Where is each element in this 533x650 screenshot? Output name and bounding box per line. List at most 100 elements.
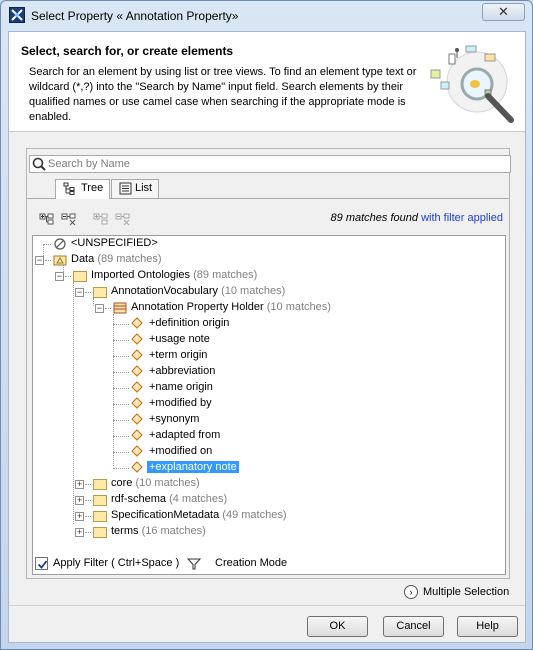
tree-item-annotation-vocabulary[interactable]: − AnnotationVocabulary (10 matches) xyxy=(33,284,503,300)
property-icon xyxy=(131,445,143,457)
tab-list-label: List xyxy=(135,182,153,194)
tree-item-property[interactable]: +adapted from xyxy=(33,428,503,444)
tree-label: +usage note xyxy=(149,333,210,345)
property-icon xyxy=(131,349,143,361)
search-input[interactable] xyxy=(48,157,498,171)
close-icon: ✕ xyxy=(498,4,509,19)
tree-item-property[interactable]: +name origin xyxy=(33,380,503,396)
match-count: (10 matches) xyxy=(221,285,286,297)
folder-icon xyxy=(73,271,87,282)
unspecified-icon xyxy=(54,238,66,250)
tree-item-annotation-property-holder[interactable]: − Annotation Property Holder (10 matches… xyxy=(33,300,503,316)
match-count: (89 matches) xyxy=(97,253,162,265)
tab-tree[interactable]: Tree xyxy=(55,179,110,199)
expand-toggle-icon[interactable]: + xyxy=(75,512,84,521)
collapse-selected-icon[interactable] xyxy=(115,211,131,227)
matches-count: 89 matches found xyxy=(330,212,418,224)
tree-item-core[interactable]: + core (10 matches) xyxy=(33,476,503,492)
help-button[interactable]: Help xyxy=(457,616,518,637)
expand-toggle-icon[interactable]: + xyxy=(75,480,84,489)
apply-filter-checkbox[interactable] xyxy=(35,557,48,570)
tree-item-property[interactable]: +modified on xyxy=(33,444,503,460)
collapse-toggle-icon[interactable]: − xyxy=(75,288,84,297)
folder-icon xyxy=(93,495,107,506)
tree-label: +explanatory note xyxy=(147,461,239,473)
tree-label: <UNSPECIFIED> xyxy=(71,237,158,249)
collapse-all-icon[interactable] xyxy=(61,211,77,227)
property-icon xyxy=(131,429,143,441)
window-title: Select Property « Annotation Property» xyxy=(31,9,239,23)
class-icon xyxy=(113,302,127,314)
search-box[interactable] xyxy=(29,155,511,173)
match-count: (4 matches) xyxy=(169,493,228,505)
collapse-toggle-icon[interactable]: − xyxy=(35,256,44,265)
folder-icon xyxy=(93,527,107,538)
header-description: Search for an element by using list or t… xyxy=(29,66,417,123)
tree-label: Annotation Property Holder xyxy=(131,301,264,313)
tree-item-property[interactable]: +term origin xyxy=(33,348,503,364)
dialog-window: Select Property « Annotation Property» ✕… xyxy=(0,0,533,650)
folder-icon xyxy=(93,479,107,490)
tree-item-property[interactable]: +synonym xyxy=(33,412,503,428)
match-count: (16 matches) xyxy=(141,525,206,537)
tree-item-terms[interactable]: + terms (16 matches) xyxy=(33,524,503,540)
chevron-right-icon: › xyxy=(404,585,418,599)
close-button[interactable]: ✕ xyxy=(482,3,525,21)
package-icon xyxy=(53,255,67,266)
tree-item-specification-metadata[interactable]: + SpecificationMetadata (49 matches) xyxy=(33,508,503,524)
collapse-toggle-icon[interactable]: − xyxy=(55,272,64,281)
expand-toggle-icon[interactable]: + xyxy=(75,528,84,537)
ok-button[interactable]: OK xyxy=(307,616,368,637)
tree-view-icon xyxy=(63,182,75,195)
matches-status: 89 matches found with filter applied xyxy=(331,212,503,224)
tree-item-property-selected[interactable]: +explanatory note xyxy=(33,460,503,476)
button-separator xyxy=(9,605,525,606)
tree-item-property[interactable]: +definition origin xyxy=(33,316,503,332)
tree-item-data[interactable]: − Data (89 matches) xyxy=(33,252,503,268)
tree-item-property[interactable]: +usage note xyxy=(33,332,503,348)
expand-selected-icon[interactable] xyxy=(93,211,109,227)
element-tree[interactable]: <UNSPECIFIED> − Data (89 matches) − Impo… xyxy=(32,235,506,575)
match-count: (10 matches) xyxy=(135,477,200,489)
apply-filter-label[interactable]: Apply Filter ( Ctrl+Space ) xyxy=(53,557,179,569)
tab-tree-label: Tree xyxy=(81,182,104,194)
tree-item-rdf-schema[interactable]: + rdf-schema (4 matches) xyxy=(33,492,503,508)
tree-label: +definition origin xyxy=(149,317,230,329)
filter-applied-text: with filter applied xyxy=(421,212,503,224)
tree-item-property[interactable]: +abbreviation xyxy=(33,364,503,380)
property-icon xyxy=(131,365,143,377)
selection-panel: Tree List xyxy=(26,148,511,579)
expand-toggle-icon[interactable]: + xyxy=(75,496,84,505)
header-title: Select, search for, or create elements xyxy=(21,44,234,58)
tree-label: +modified by xyxy=(149,397,212,409)
tree-label: core xyxy=(111,477,133,489)
tree-label: Data xyxy=(71,253,95,265)
tree-item-imported-ontologies[interactable]: − Imported Ontologies (89 matches) xyxy=(33,268,503,284)
checkmark-icon xyxy=(37,560,48,569)
folder-icon xyxy=(93,511,107,522)
expand-all-icon[interactable] xyxy=(39,211,55,227)
tree-item-property[interactable]: +modified by xyxy=(33,396,503,412)
tree-label: Imported Ontologies xyxy=(91,269,191,281)
app-icon xyxy=(9,7,25,23)
header-banner: Select, search for, or create elements S… xyxy=(9,32,525,132)
tree-label: +term origin xyxy=(149,349,208,361)
multiple-selection-label: Multiple Selection xyxy=(423,586,510,598)
dialog-body: Select, search for, or create elements S… xyxy=(8,31,526,643)
filter-icon[interactable] xyxy=(187,557,201,571)
tree-item-unspecified[interactable]: <UNSPECIFIED> xyxy=(33,236,503,252)
property-icon xyxy=(131,461,143,473)
tree-label: AnnotationVocabulary xyxy=(111,285,219,297)
search-icon xyxy=(32,157,46,171)
title-bar[interactable]: Select Property « Annotation Property» ✕ xyxy=(1,1,532,31)
creation-mode-label[interactable]: Creation Mode xyxy=(215,557,287,569)
tab-list[interactable]: List xyxy=(111,179,159,198)
folder-icon xyxy=(93,287,107,298)
property-icon xyxy=(131,381,143,393)
cancel-button[interactable]: Cancel xyxy=(383,616,444,637)
tree-label: SpecificationMetadata xyxy=(111,509,220,521)
match-count: (10 matches) xyxy=(266,301,331,313)
list-view-icon xyxy=(119,182,132,195)
collapse-toggle-icon[interactable]: − xyxy=(95,304,104,313)
tree-label: +adapted from xyxy=(149,429,221,441)
